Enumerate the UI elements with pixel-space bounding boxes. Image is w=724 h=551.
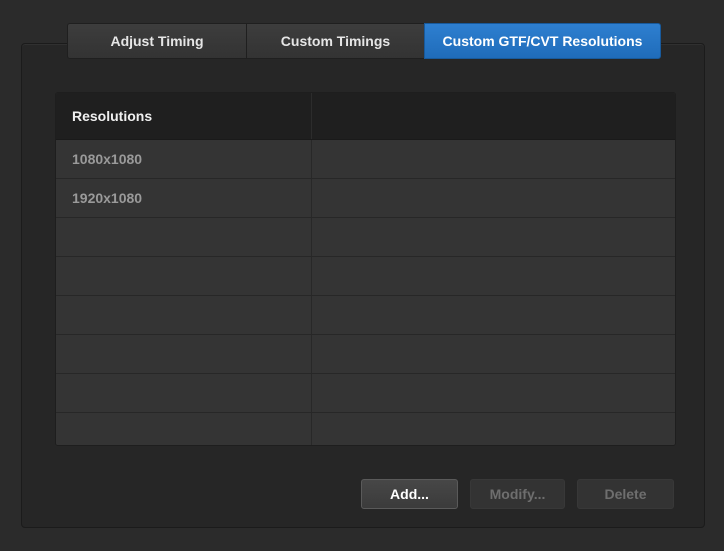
resolution-cell <box>56 218 312 256</box>
blank-cell <box>312 140 675 178</box>
table-row[interactable] <box>56 257 675 296</box>
resolution-cell: 1080x1080 <box>56 140 312 178</box>
table-row[interactable] <box>56 296 675 335</box>
table-row[interactable] <box>56 374 675 413</box>
table-row[interactable] <box>56 413 675 445</box>
table-row[interactable]: 1920x1080 <box>56 179 675 218</box>
column-header-blank <box>312 93 675 139</box>
tab-custom-timings[interactable]: Custom Timings <box>246 23 424 59</box>
blank-cell <box>312 296 675 334</box>
resolutions-table: Resolutions 1080x1080 1920x1080 <box>55 92 676 446</box>
tab-adjust-timing[interactable]: Adjust Timing <box>67 23 246 59</box>
table-header: Resolutions <box>56 93 675 140</box>
add-button[interactable]: Add... <box>361 479 458 509</box>
resolution-cell: 1920x1080 <box>56 179 312 217</box>
resolution-cell <box>56 257 312 295</box>
resolution-cell <box>56 413 312 445</box>
resolution-cell <box>56 335 312 373</box>
table-body: 1080x1080 1920x1080 <box>56 140 675 445</box>
modify-button[interactable]: Modify... <box>470 479 565 509</box>
resolution-cell <box>56 374 312 412</box>
action-buttons: Add... Modify... Delete <box>361 479 674 509</box>
tab-custom-gtf-cvt-resolutions[interactable]: Custom GTF/CVT Resolutions <box>424 23 661 59</box>
table-row[interactable] <box>56 335 675 374</box>
tab-bar: Adjust Timing Custom Timings Custom GTF/… <box>67 23 661 59</box>
blank-cell <box>312 335 675 373</box>
table-row[interactable] <box>56 218 675 257</box>
resolution-cell <box>56 296 312 334</box>
blank-cell <box>312 374 675 412</box>
blank-cell <box>312 257 675 295</box>
table-row[interactable]: 1080x1080 <box>56 140 675 179</box>
blank-cell <box>312 413 675 445</box>
delete-button[interactable]: Delete <box>577 479 674 509</box>
timing-window: Adjust Timing Custom Timings Custom GTF/… <box>0 0 724 551</box>
blank-cell <box>312 218 675 256</box>
blank-cell <box>312 179 675 217</box>
column-header-resolutions[interactable]: Resolutions <box>56 93 312 139</box>
